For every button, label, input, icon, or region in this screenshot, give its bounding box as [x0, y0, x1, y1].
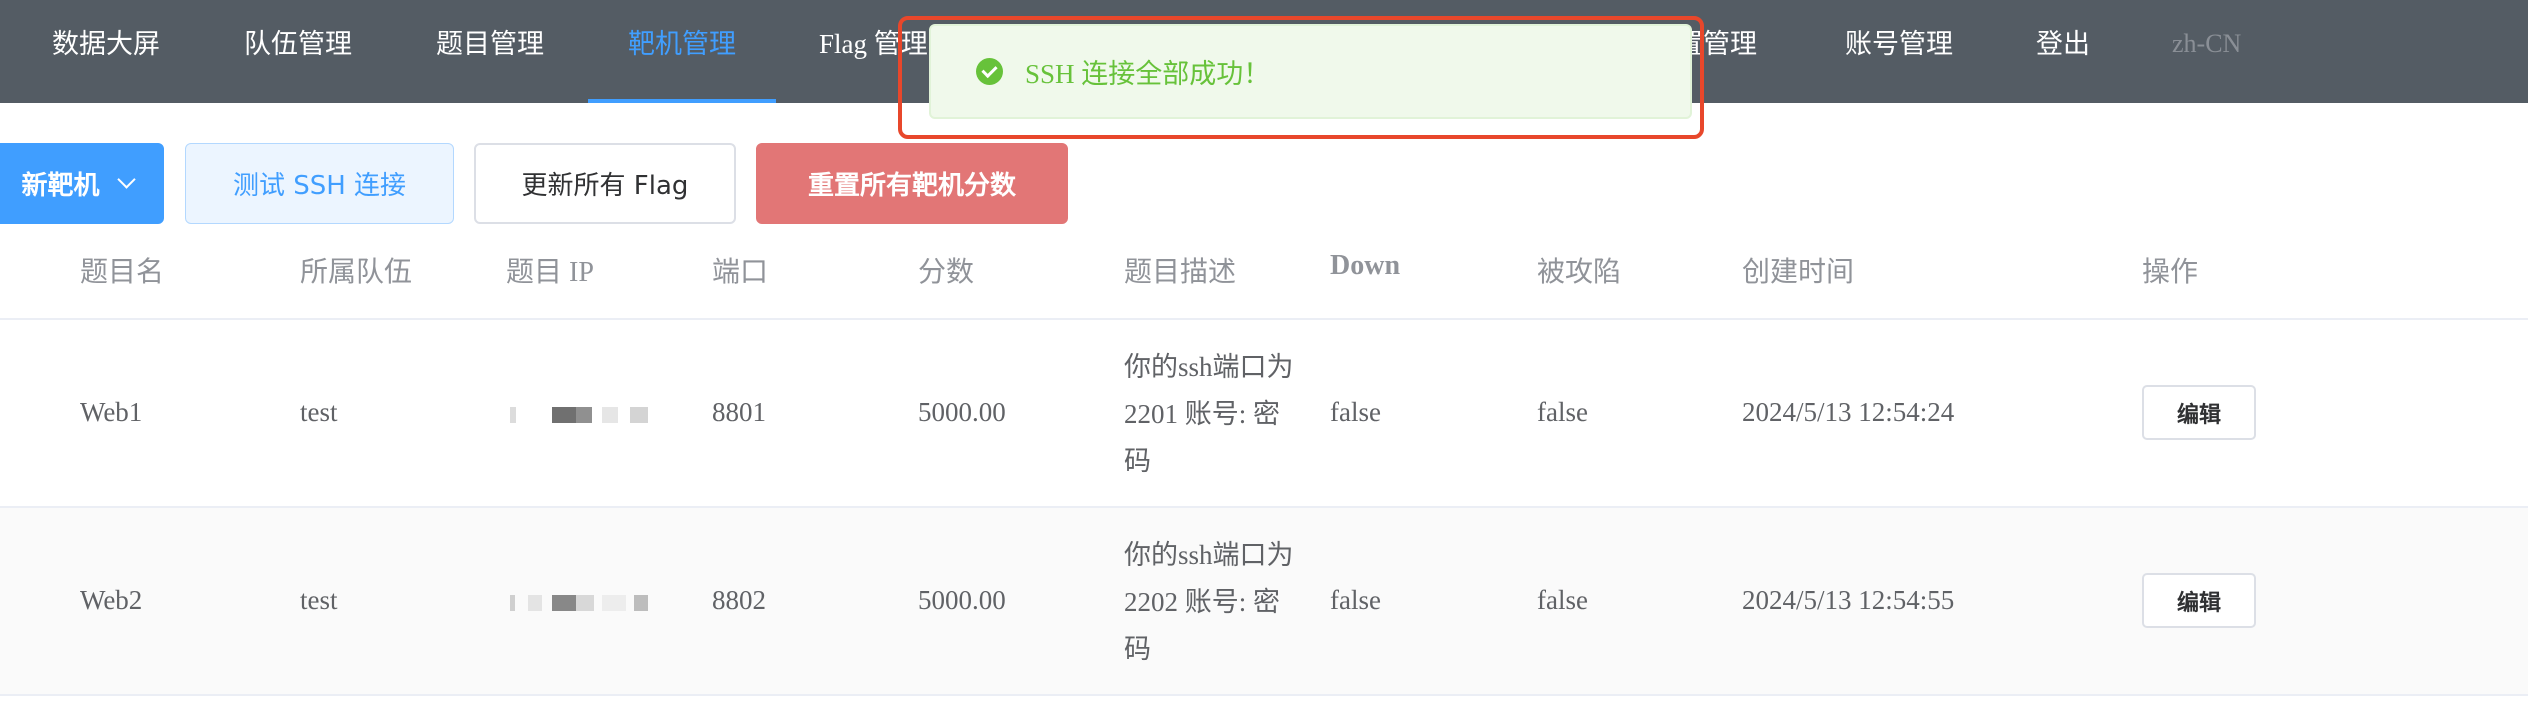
test-ssh-button[interactable]: 测试 SSH 连接	[185, 143, 454, 224]
highlight-outline	[898, 16, 1704, 139]
cell-created: 2024/5/13 12:54:24	[1742, 397, 1955, 427]
col-header-description: 题目描述	[1124, 257, 1237, 288]
col-header-created: 创建时间	[1742, 257, 1855, 288]
create-target-dropdown-button[interactable]: 新靶机	[0, 143, 164, 224]
col-header-port: 端口	[712, 257, 769, 288]
cell-created: 2024/5/13 12:54:55	[1742, 585, 1955, 615]
cell-description: 你的ssh端口为2201 账号: 密码	[1124, 352, 1294, 476]
table-row: Web1 test 8801 5000.00 你的ssh端口为2201 账号: …	[0, 320, 2528, 506]
cell-down: false	[1330, 585, 1381, 615]
cell-ip-redacted	[506, 393, 666, 433]
nav-item-logout[interactable]: 登出	[2036, 0, 2090, 103]
col-header-down: Down	[1330, 250, 1401, 281]
col-header-compromised: 被攻陷	[1537, 257, 1622, 288]
cell-compromised: false	[1537, 585, 1588, 615]
nav-item-targets[interactable]: 靶机管理	[588, 0, 776, 103]
nav-item-challenges[interactable]: 题目管理	[436, 0, 544, 103]
nav-item-accounts[interactable]: 账号管理	[1845, 0, 1953, 103]
cell-score: 5000.00	[918, 397, 1006, 427]
chevron-down-icon	[116, 170, 136, 189]
col-header-actions: 操作	[2142, 257, 2199, 288]
cell-port: 8801	[712, 397, 766, 427]
cell-down: false	[1330, 397, 1381, 427]
update-flags-button[interactable]: 更新所有 Flag	[474, 143, 736, 224]
create-target-label: 新靶机	[21, 171, 100, 201]
row-divider	[0, 694, 2528, 696]
col-header-name: 题目名	[80, 257, 165, 288]
cell-team: test	[300, 397, 338, 427]
cell-compromised: false	[1537, 397, 1588, 427]
nav-item-dashboard[interactable]: 数据大屏	[52, 0, 160, 103]
col-header-team: 所属队伍	[300, 257, 413, 288]
edit-button[interactable]: 编辑	[2142, 573, 2256, 628]
reset-scores-button[interactable]: 重置所有靶机分数	[756, 143, 1068, 224]
table-row: Web2 test 8802 5000.00 你的ssh端口为2202 账号: …	[0, 508, 2528, 694]
col-header-ip: 题目 IP	[506, 257, 594, 288]
cell-name: Web2	[80, 585, 143, 615]
cell-name: Web1	[80, 397, 143, 427]
language-switch[interactable]: zh-CN	[2172, 0, 2241, 103]
col-header-score: 分数	[918, 257, 975, 288]
nav-item-teams[interactable]: 队伍管理	[244, 0, 352, 103]
cell-score: 5000.00	[918, 585, 1006, 615]
cell-description: 你的ssh端口为2202 账号: 密码	[1124, 540, 1294, 664]
cell-ip-redacted	[506, 581, 666, 621]
cell-port: 8802	[712, 585, 766, 615]
edit-button[interactable]: 编辑	[2142, 385, 2256, 440]
cell-team: test	[300, 585, 338, 615]
